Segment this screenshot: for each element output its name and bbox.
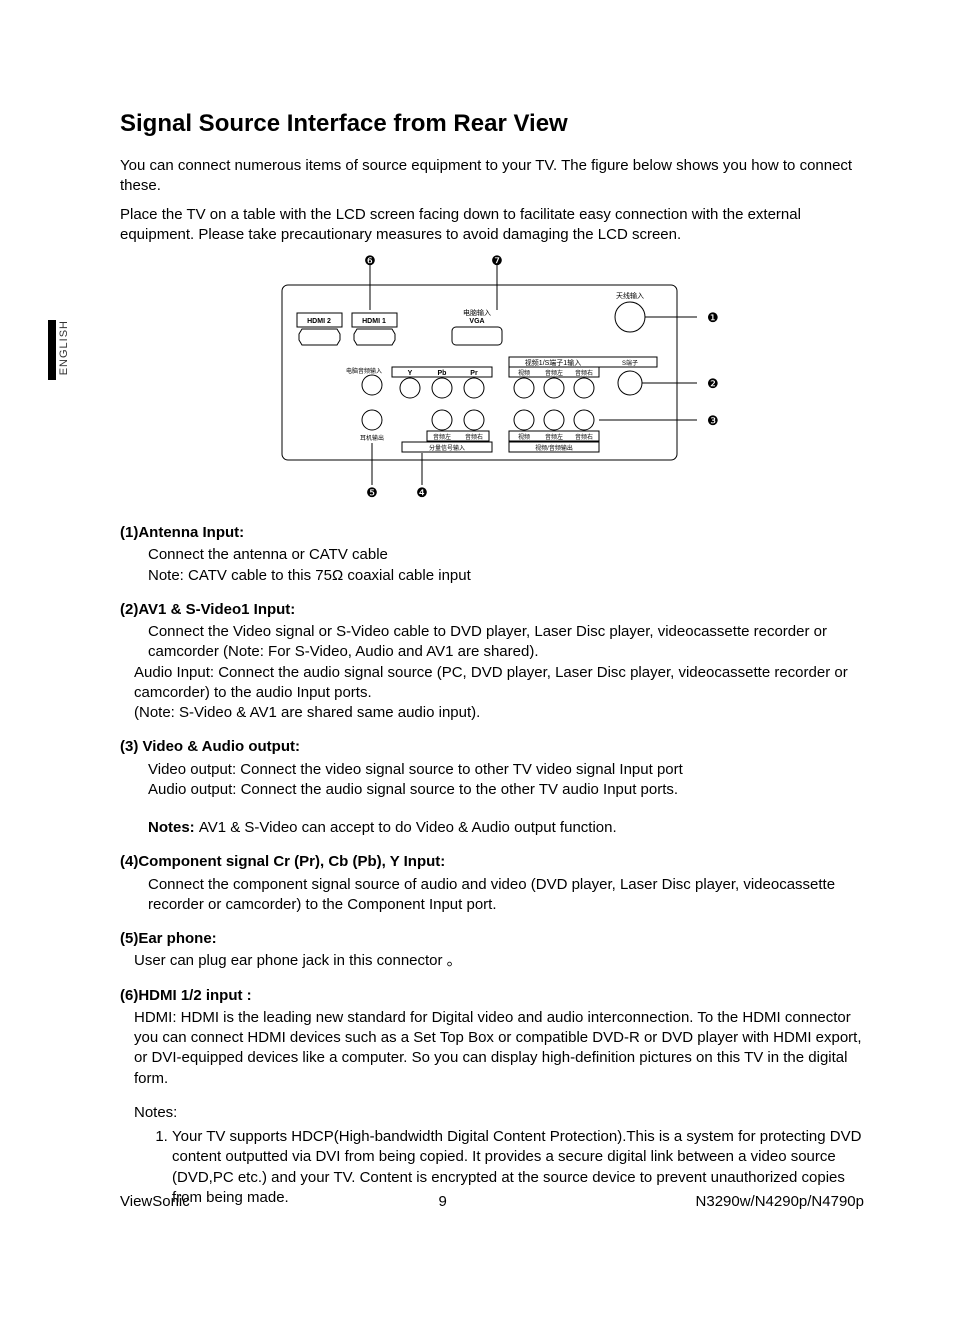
item-body-line: Note: CATV cable to this 75Ω coaxial cab… (148, 566, 864, 586)
label-aL2: 音频左 (433, 433, 451, 441)
intro-paragraph-2: Place the TV on a table with the LCD scr… (120, 205, 864, 246)
notes-text: AV1 & S-Video can accept to do Video & A… (199, 819, 617, 836)
item-body-line: Connect the component signal source of a… (148, 875, 864, 916)
footer-brand: ViewSonic (120, 1193, 190, 1210)
item-4: (4)Component signal Cr (Pr), Cb (Pb), Y … (120, 852, 864, 915)
label-y: Y (408, 370, 413, 377)
language-tab-bar (48, 320, 56, 380)
page-title: Signal Source Interface from Rear View (120, 110, 864, 138)
label-row2hdr: 视频1/S端子1输入 (525, 358, 581, 367)
item-notes: Notes: AV1 & S-Video can accept to do Vi… (148, 818, 864, 838)
item-body-line: (Note: S-Video & AV1 are shared same aud… (134, 703, 864, 723)
callout-1: ❶ (707, 310, 719, 325)
label-aL: 音频左 (545, 369, 563, 377)
label-pcaudio: 电脑音频输入 (346, 367, 382, 375)
intro-paragraph-1: You can connect numerous items of source… (120, 156, 864, 197)
item-3: (3) Video & Audio output: Video output: C… (120, 737, 864, 838)
item-body-line: Audio Input: Connect the audio signal so… (134, 663, 864, 704)
footer-model: N3290w/N4290p/N4790p (696, 1193, 864, 1210)
item-head: (2)AV1 & S-Video1 Input: (120, 600, 864, 620)
page: ENGLISH Signal Source Interface from Rea… (0, 0, 954, 1320)
label-compin: 分量信号输入 (429, 444, 465, 452)
label-pb: Pb (438, 370, 447, 377)
label-vid2: 视频 (518, 433, 530, 441)
item-1: (1)Antenna Input:Connect the antenna or … (120, 523, 864, 586)
label-ear: 耳机输出 (360, 434, 384, 442)
callout-5: ❺ (366, 485, 378, 500)
page-footer: ViewSonic 9 N3290w/N4290p/N4790p (120, 1193, 864, 1210)
item-head: (5)Ear phone: (120, 929, 864, 949)
rear-panel-diagram: ❻ ❼ 天线输入 ❶ HDMI 2 HDMI 1 电脑输入 VGA 视频1/S端… (120, 255, 864, 505)
label-pr: Pr (470, 370, 478, 377)
label-vga-top: 电脑输入 (463, 308, 491, 317)
label-vid: 视频 (518, 369, 530, 377)
label-hdmi2: HDMI 2 (307, 318, 331, 325)
callout-6: ❻ (364, 255, 376, 268)
callout-3: ❸ (707, 413, 719, 428)
item-head: (3) Video & Audio output: (120, 737, 864, 757)
item-body-line: Connect the antenna or CATV cable (148, 545, 864, 565)
label-aR: 音频右 (575, 369, 593, 377)
item-body-line: Audio output: Connect the audio signal s… (148, 780, 864, 800)
label-aR2: 音频右 (465, 433, 483, 441)
callout-2: ❷ (707, 376, 719, 391)
notes-heading: Notes: (134, 1103, 864, 1123)
item-body-line: User can plug ear phone jack in this con… (134, 951, 864, 971)
label-svideo: S端子 (622, 359, 638, 367)
item-body-line: HDMI: HDMI is the leading new standard f… (134, 1008, 864, 1089)
rear-panel-svg: ❻ ❼ 天线输入 ❶ HDMI 2 HDMI 1 电脑输入 VGA 视频1/S端… (252, 255, 732, 505)
item-5: (5)Ear phone:User can plug ear phone jac… (120, 929, 864, 972)
label-vga-bot: VGA (469, 318, 484, 325)
item-head: (1)Antenna Input: (120, 523, 864, 543)
item-2: (2)AV1 & S-Video1 Input:Connect the Vide… (120, 600, 864, 724)
footer-page: 9 (438, 1193, 446, 1210)
label-antenna: 天线输入 (616, 291, 644, 300)
item-head: (4)Component signal Cr (Pr), Cb (Pb), Y … (120, 852, 864, 872)
item-body-line: Video output: Connect the video signal s… (148, 760, 864, 780)
language-tab: ENGLISH (58, 320, 70, 375)
label-hdmi1: HDMI 1 (362, 318, 386, 325)
description-list: (1)Antenna Input:Connect the antenna or … (120, 523, 864, 1208)
label-aR3: 音频右 (575, 433, 593, 441)
callout-7: ❼ (491, 255, 503, 268)
label-aL3: 音频左 (545, 433, 563, 441)
label-avout: 视频/音频输出 (535, 444, 573, 452)
item-body-line: Connect the Video signal or S-Video cabl… (148, 622, 864, 663)
callout-4: ❹ (416, 485, 428, 500)
item-head: (6)HDMI 1/2 input : (120, 986, 864, 1006)
notes-label: Notes: (148, 819, 199, 836)
item-6: (6)HDMI 1/2 input :HDMI: HDMI is the lea… (120, 986, 864, 1209)
